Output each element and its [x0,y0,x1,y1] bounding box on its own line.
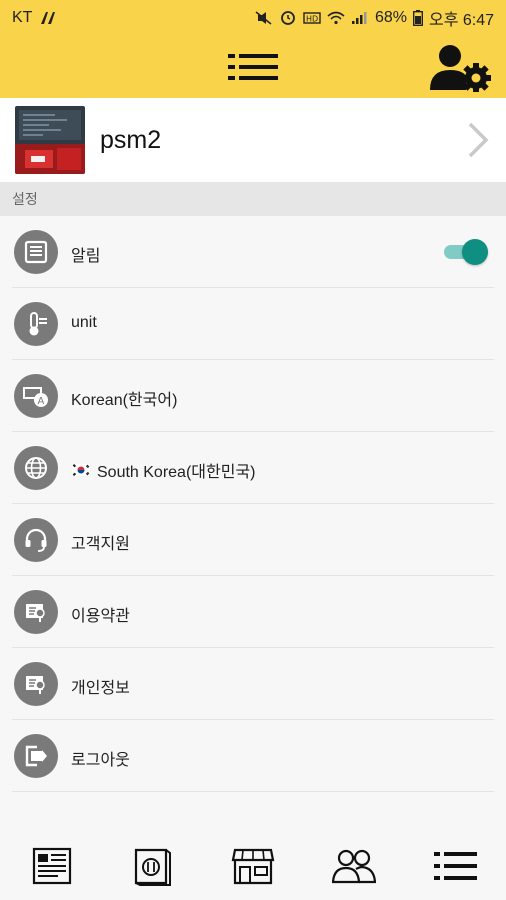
wifi-icon [327,11,345,25]
alarm-icon [281,11,295,25]
network-signal-icon [41,12,56,24]
setting-row-region[interactable]: South Korea(대한민국) [0,432,506,504]
setting-row-notifications[interactable]: 알림 [0,216,506,288]
profile-name: psm2 [100,126,162,154]
battery-icon [412,10,423,26]
svg-text:A: A [38,396,45,407]
setting-label-unit: unit [71,314,97,331]
notification-icon [14,230,58,274]
setting-row-unit[interactable]: unit [0,288,506,360]
setting-label-region: South Korea(대한민국) [71,458,256,482]
bottom-nav [0,826,506,900]
setting-label-notifications: 알림 [71,248,101,265]
user-gear-icon[interactable] [428,42,492,92]
section-header: 설정 [0,182,506,216]
setting-label-privacy: 개인정보 [71,680,130,697]
nav-store[interactable] [229,846,277,886]
document-icon [14,662,58,706]
carrier-label: KT [12,9,33,26]
toggle-thumb [462,239,488,265]
profile-photo [15,106,85,174]
setting-row-language[interactable]: A Korean(한국어) [0,360,506,432]
clock: 오후 6:47 [428,12,494,29]
settings-list: 알림 unit A Korean(한국어) South Korea(대한민국) [0,216,506,792]
store-icon [231,848,275,885]
chevron-right-icon[interactable] [462,120,492,160]
globe-icon [14,446,58,490]
setting-row-privacy[interactable]: 개인정보 [0,648,506,720]
profile-row[interactable]: psm2 [0,98,506,182]
app-header [0,36,506,98]
cell-signal-icon [351,12,367,24]
setting-row-logout[interactable]: 로그아웃 [0,720,506,792]
hd-icon: HD [303,12,321,24]
news-icon [32,847,72,885]
status-bar: KT HD 68% 오후 6:47 [0,0,506,36]
south-korea-flag-icon [71,463,91,477]
nav-news[interactable] [28,846,76,886]
language-icon: A [14,374,58,418]
hamburger-menu-icon [434,852,477,880]
notification-toggle[interactable] [442,239,488,265]
setting-label-language: Korean(한국어) [71,392,178,409]
recipe-book-icon [134,848,171,886]
headset-icon [14,518,58,562]
section-title: 설정 [12,191,38,207]
avatar [15,106,85,174]
setting-row-terms[interactable]: 이용약관 [0,576,506,648]
mute-icon [255,11,272,25]
setting-row-support[interactable]: 고객지원 [0,504,506,576]
nav-more[interactable] [431,846,479,886]
hamburger-menu-icon[interactable] [226,50,280,84]
setting-label-terms: 이용약관 [71,608,130,625]
community-icon [332,849,376,884]
battery-percentage: 68% [374,9,407,26]
nav-recipes[interactable] [128,846,176,886]
svg-text:HD: HD [306,15,318,24]
region-text: South Korea(대한민국) [97,464,256,481]
document-icon [14,590,58,634]
nav-community[interactable] [330,846,378,886]
setting-label-logout: 로그아웃 [71,752,130,769]
logout-icon [14,734,58,778]
thermometer-icon [14,302,58,346]
setting-label-support: 고객지원 [71,536,130,553]
